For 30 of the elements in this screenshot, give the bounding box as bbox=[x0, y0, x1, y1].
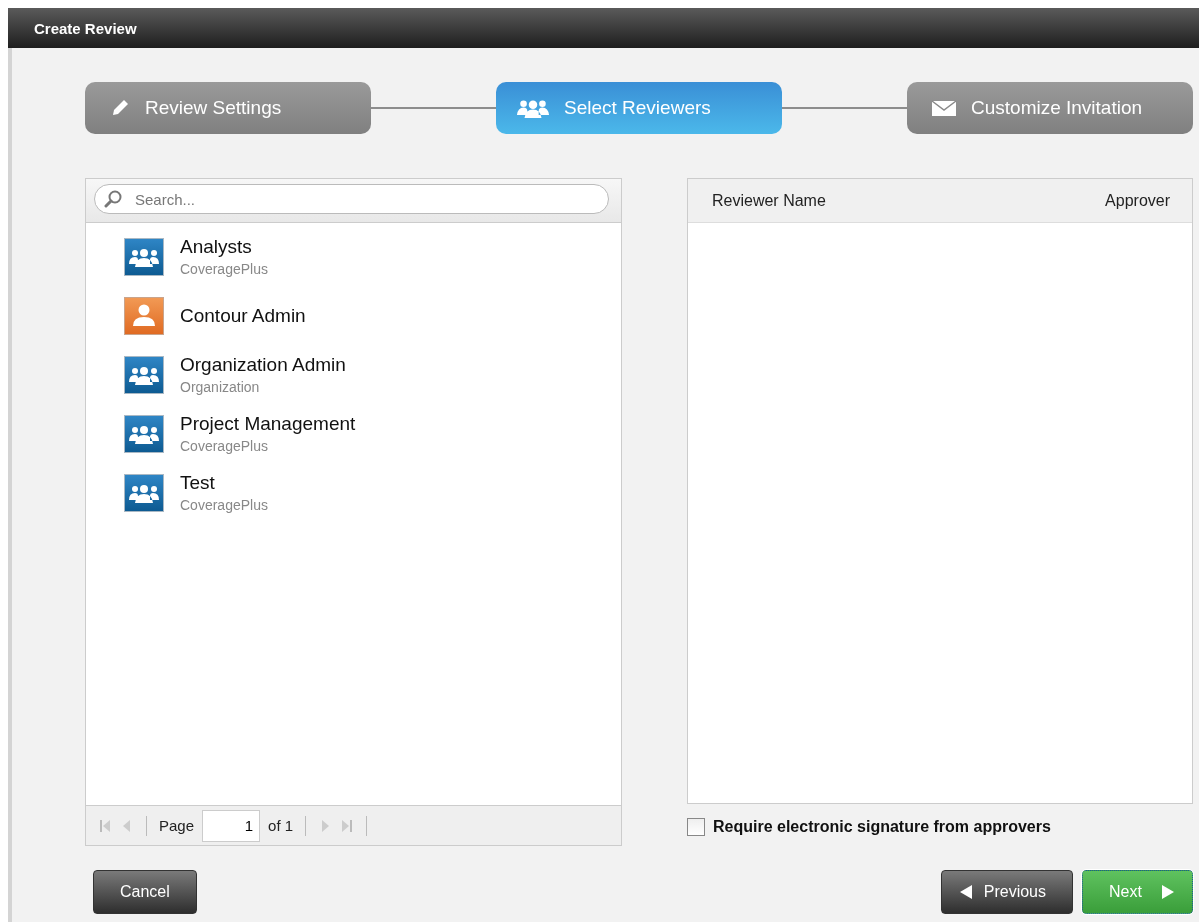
window-title: Create Review bbox=[34, 19, 137, 37]
column-header: Reviewer Name bbox=[712, 191, 826, 210]
reviewer-name[interactable]: Project Management bbox=[180, 413, 356, 435]
reviewer-subtitle: CoveragePlus bbox=[180, 497, 268, 513]
reviewer-subtitle: CoveragePlus bbox=[180, 438, 269, 454]
reviewer-name[interactable]: Contour Admin bbox=[180, 304, 306, 327]
search-field[interactable]: Search... bbox=[94, 184, 609, 214]
cancel-button[interactable]: Cancel bbox=[93, 870, 197, 914]
previous-button[interactable]: Previous bbox=[940, 870, 1073, 914]
column-header: Approver bbox=[1105, 191, 1170, 210]
checkbox-label: Require electronic signature from approvers bbox=[713, 818, 1051, 836]
page-label: Page bbox=[159, 817, 195, 834]
right-arrow-icon bbox=[1160, 884, 1176, 900]
page-count: of 1 bbox=[268, 817, 294, 834]
people-icon bbox=[516, 97, 550, 119]
envelope-icon bbox=[931, 99, 957, 117]
first-page-icon[interactable] bbox=[98, 817, 112, 834]
reviewer-subtitle: Organization bbox=[180, 379, 261, 395]
checkbox[interactable] bbox=[687, 818, 705, 836]
user-avatar-icon bbox=[124, 296, 164, 335]
reviewer-subtitle: CoveragePlus bbox=[180, 261, 268, 277]
group-avatar-icon bbox=[124, 414, 164, 453]
reviewer-name[interactable]: Test bbox=[180, 472, 268, 494]
group-avatar-icon bbox=[124, 355, 164, 394]
group-avatar-icon bbox=[124, 237, 164, 276]
reviewer-name[interactable]: Organization Admin bbox=[180, 354, 346, 376]
group-avatar-icon bbox=[124, 473, 164, 512]
page-number-field[interactable]: 1 bbox=[202, 809, 261, 842]
last-page-icon[interactable] bbox=[340, 817, 355, 834]
reviewer-name[interactable]: Analysts bbox=[180, 236, 268, 258]
